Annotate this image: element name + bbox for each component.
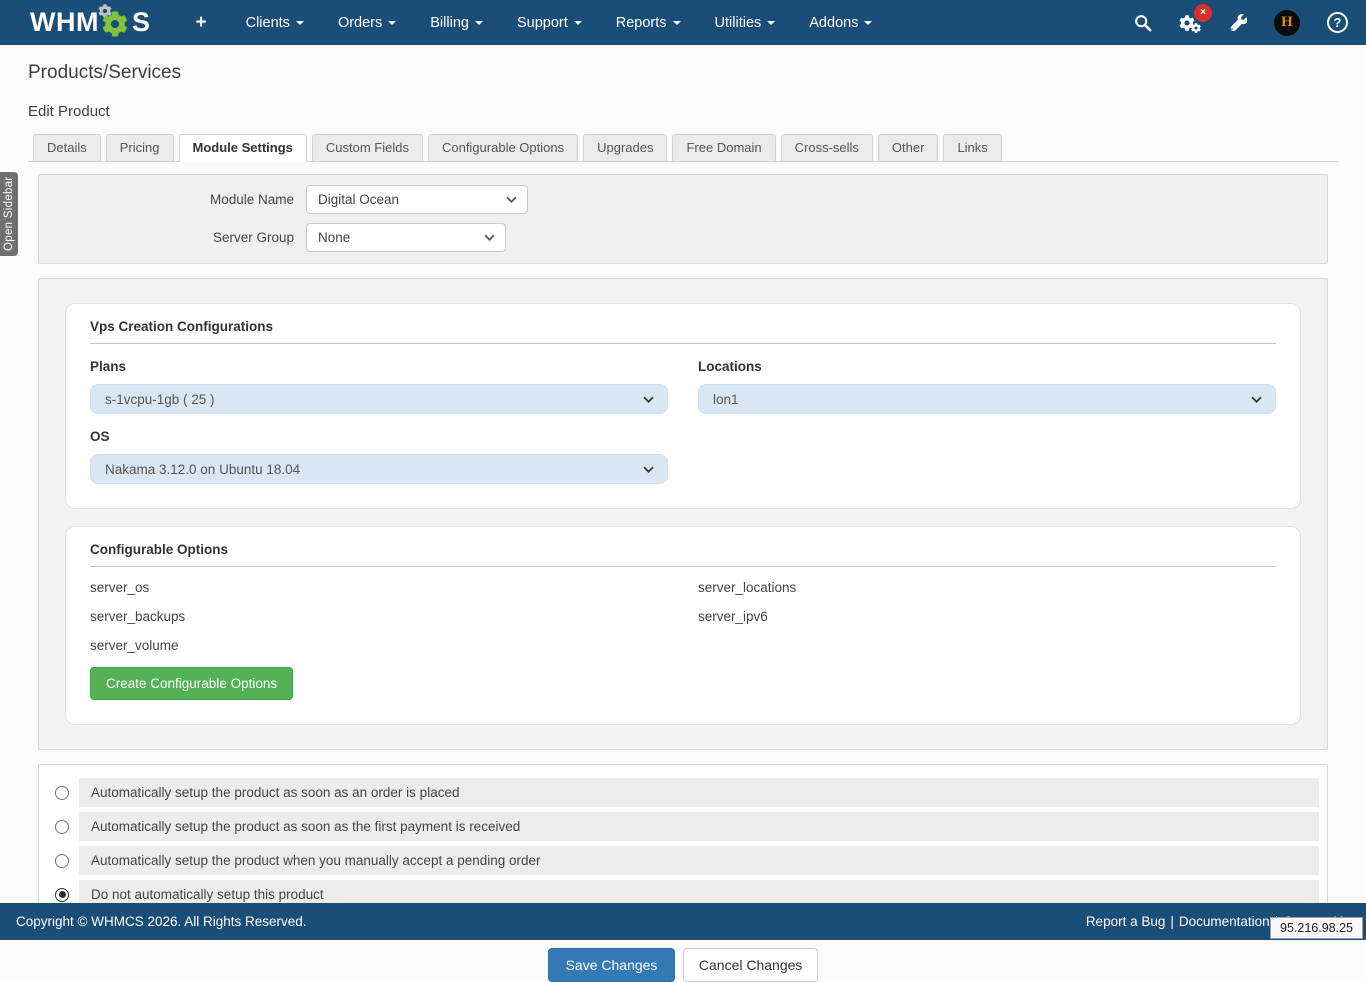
os-select[interactable]: Nakama 3.12.0 on Ubuntu 18.04 (90, 454, 668, 484)
caret-down-icon (574, 21, 582, 25)
module-selection-box: Module Name Digital Ocean Server Group N… (38, 174, 1328, 264)
logo-gear-icon (100, 7, 131, 38)
nav-support[interactable]: Support (500, 0, 599, 45)
configurable-options-title: Configurable Options (90, 542, 1276, 567)
page-title: Products/Services (28, 45, 1338, 84)
radio-no-auto-setup[interactable] (55, 888, 69, 902)
radio-setup-on-accept[interactable] (55, 854, 69, 868)
quick-add-button[interactable]: + (196, 12, 207, 34)
status-bar-ip-tooltip: 95.216.98.25 (1270, 917, 1363, 939)
whmcs-logo[interactable]: WHM S (30, 7, 151, 38)
caret-down-icon (864, 21, 872, 25)
chevron-down-icon (484, 234, 495, 241)
caret-down-icon (475, 21, 483, 25)
nav-addons[interactable]: Addons (792, 0, 889, 45)
setup-option-label: Automatically setup the product as soon … (79, 812, 1319, 841)
module-name-row: Module Name Digital Ocean (39, 185, 1327, 214)
footer: Copyright © WHMCS 2026. All Rights Reser… (0, 903, 1366, 940)
save-changes-button[interactable]: Save Changes (548, 948, 676, 982)
report-a-bug-link[interactable]: Report a Bug (1086, 914, 1166, 929)
form-actions: Save Changes Cancel Changes (28, 948, 1338, 982)
search-icon[interactable] (1134, 14, 1152, 32)
server-group-row: Server Group None (39, 223, 1327, 252)
caret-down-icon (296, 21, 304, 25)
copyright-text: Copyright © WHMCS 2026. All Rights Reser… (16, 914, 307, 929)
system-settings-icon[interactable] (1230, 14, 1247, 31)
tab-custom-fields[interactable]: Custom Fields (312, 134, 423, 162)
option-server-ipv6: server_ipv6 (698, 602, 1276, 631)
vps-card-title: Vps Creation Configurations (90, 319, 1276, 344)
page-content: Products/Services Edit Product Details P… (0, 45, 1366, 982)
tab-other[interactable]: Other (878, 134, 939, 162)
tab-pricing[interactable]: Pricing (106, 134, 174, 162)
radio-setup-on-order[interactable] (55, 786, 69, 800)
caret-down-icon (673, 21, 681, 25)
chevron-down-icon (506, 196, 517, 203)
module-name-label: Module Name (39, 192, 306, 207)
page-subtitle: Edit Product (28, 103, 1338, 120)
tab-links[interactable]: Links (943, 134, 1001, 162)
product-tabs: Details Pricing Module Settings Custom F… (28, 134, 1338, 162)
setup-option-row: Automatically setup the product when you… (47, 846, 1319, 875)
nav-clients[interactable]: Clients (229, 0, 321, 45)
nav-orders[interactable]: Orders (321, 0, 413, 45)
caret-down-icon (388, 21, 396, 25)
locations-label: Locations (698, 359, 1276, 374)
locations-select[interactable]: lon1 (698, 384, 1276, 414)
setup-option-label: Automatically setup the product when you… (79, 846, 1319, 875)
tab-upgrades[interactable]: Upgrades (583, 134, 667, 162)
chevron-down-icon (643, 396, 654, 403)
option-server-backups: server_backups (90, 602, 668, 631)
caret-down-icon (767, 21, 775, 25)
option-server-os: server_os (90, 573, 668, 602)
option-server-locations: server_locations (698, 573, 1276, 602)
configurable-options-card: Configurable Options server_os server_ba… (65, 526, 1301, 725)
cancel-changes-button[interactable]: Cancel Changes (683, 948, 819, 982)
os-label: OS (90, 429, 668, 444)
main-menu: Clients Orders Billing Support Reports U… (229, 0, 890, 45)
chevron-down-icon (1251, 396, 1262, 403)
logo-text-suffix: S (132, 7, 151, 38)
option-server-volume: server_volume (90, 631, 668, 660)
nav-utilities[interactable]: Utilities (698, 0, 793, 45)
nav-billing[interactable]: Billing (413, 0, 500, 45)
top-navbar: WHM S + Clients Orders Billing Support R… (0, 0, 1366, 45)
user-avatar[interactable]: H (1274, 10, 1300, 36)
tab-cross-sells[interactable]: Cross-sells (781, 134, 873, 162)
radio-setup-on-payment[interactable] (55, 820, 69, 834)
auto-setup-box: Automatically setup the product as soon … (38, 764, 1328, 923)
server-group-label: Server Group (39, 230, 306, 245)
tab-module-settings[interactable]: Module Settings (179, 134, 307, 162)
module-name-select[interactable]: Digital Ocean (306, 185, 528, 214)
chevron-down-icon (643, 466, 654, 473)
tab-details[interactable]: Details (33, 134, 101, 162)
help-icon[interactable]: ? (1327, 12, 1348, 33)
big-gear-icon (102, 11, 128, 37)
setup-option-row: Automatically setup the product as soon … (47, 812, 1319, 841)
documentation-link[interactable]: Documentation (1179, 914, 1270, 929)
tab-configurable-options[interactable]: Configurable Options (428, 134, 578, 162)
module-settings-panel: Vps Creation Configurations Plans s-1vcp… (38, 278, 1328, 750)
setup-option-row: Automatically setup the product as soon … (47, 778, 1319, 807)
plans-label: Plans (90, 359, 668, 374)
server-group-select[interactable]: None (306, 223, 506, 252)
setup-option-label: Automatically setup the product as soon … (79, 778, 1319, 807)
error-badge: × (1194, 4, 1212, 22)
logo-text-prefix: WHM (30, 7, 99, 38)
plans-select[interactable]: s-1vcpu-1gb ( 25 ) (90, 384, 668, 414)
vps-configurations-card: Vps Creation Configurations Plans s-1vcp… (65, 303, 1301, 509)
nav-reports[interactable]: Reports (599, 0, 698, 45)
tab-free-domain[interactable]: Free Domain (672, 134, 775, 162)
automation-status-icon[interactable]: × (1179, 12, 1203, 34)
create-configurable-options-button[interactable]: Create Configurable Options (90, 667, 293, 700)
